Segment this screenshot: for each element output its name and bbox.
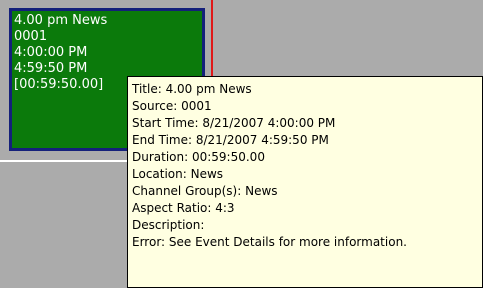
tooltip-duration: Duration: 00:59:50.00 xyxy=(132,150,265,164)
tooltip-location: Location: News xyxy=(132,167,224,181)
event-source: 0001 xyxy=(14,29,48,44)
tooltip-error: Error: See Event Details for more inform… xyxy=(132,235,407,249)
event-end-time: 4:59:50 PM xyxy=(14,61,88,76)
tooltip-description: Description: xyxy=(132,218,205,232)
schedule-timeline: 4.00 pm News 0001 4:00:00 PM 4:59:50 PM … xyxy=(0,0,483,288)
tooltip-source: Source: 0001 xyxy=(132,99,212,113)
tooltip-start-time: Start Time: 8/21/2007 4:00:00 PM xyxy=(132,116,336,130)
tooltip-channel-groups: Channel Group(s): News xyxy=(132,184,278,198)
tooltip-aspect-ratio: Aspect Ratio: 4:3 xyxy=(132,201,235,215)
event-tooltip: Title: 4.00 pm News Source: 0001 Start T… xyxy=(127,76,483,288)
tooltip-end-time: End Time: 8/21/2007 4:59:50 PM xyxy=(132,133,329,147)
tooltip-title: Title: 4.00 pm News xyxy=(132,82,252,96)
event-start-time: 4:00:00 PM xyxy=(14,45,88,60)
event-title: 4.00 pm News xyxy=(14,13,108,28)
